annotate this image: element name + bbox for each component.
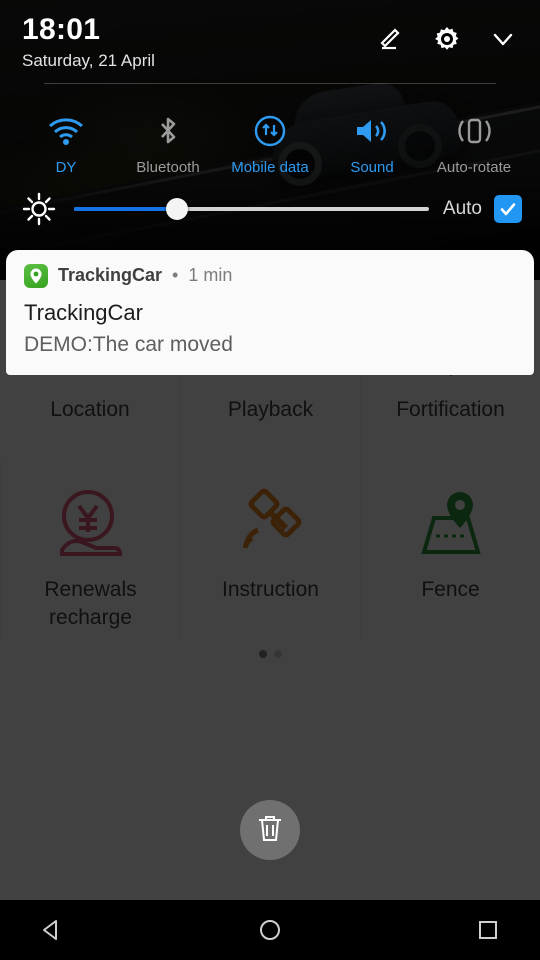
slider-fill: [74, 206, 177, 211]
brightness-slider[interactable]: [74, 197, 429, 221]
trash-icon: [256, 813, 284, 848]
quick-toggle-label: Auto-rotate: [436, 158, 512, 176]
auto-rotate-icon: [454, 112, 494, 150]
trackingcar-app-icon: [24, 263, 48, 288]
sound-icon: [353, 112, 391, 150]
back-triangle-icon[interactable]: [29, 907, 75, 953]
quick-settings-toggles: DY Bluetooth Mobile data Sound Auto-rota…: [0, 96, 540, 182]
quick-toggle-label: Bluetooth: [136, 158, 200, 176]
home-circle-icon[interactable]: [247, 907, 293, 953]
auto-brightness-label: Auto: [442, 197, 482, 219]
mobile-data-icon: [253, 112, 287, 150]
shade-header: 18:01 Saturday, 21 April: [0, 0, 540, 96]
notification-body: DEMO:The car moved: [24, 332, 233, 356]
clear-all-notifications-button[interactable]: [240, 800, 300, 860]
notification-card[interactable]: TrackingCar • 1 min TrackingCar DEMO:The…: [6, 249, 534, 375]
system-navbar: [0, 900, 540, 960]
quick-toggle-auto-rotate[interactable]: Auto-rotate: [424, 112, 524, 176]
quick-toggle-mobile-data[interactable]: Mobile data: [220, 112, 320, 176]
notification-header: TrackingCar • 1 min: [24, 263, 516, 288]
settings-icon[interactable]: [432, 24, 462, 54]
header-actions: [376, 14, 518, 54]
notification-app-name: TrackingCar: [58, 265, 163, 285]
edit-icon[interactable]: [376, 24, 406, 54]
notification-title: TrackingCar: [24, 299, 143, 325]
notification-time: 1 min: [188, 265, 233, 285]
recents-square-icon[interactable]: [465, 907, 511, 953]
notification-shade: 18:01 Saturday, 21 April DY Bluetooth Mo…: [0, 0, 540, 375]
auto-brightness-control[interactable]: Auto: [442, 194, 522, 223]
wifi-icon: [47, 112, 85, 150]
quick-toggle-bluetooth[interactable]: Bluetooth: [118, 112, 218, 176]
phone-screen: Location Playback: [0, 0, 540, 960]
quick-toggle-wifi[interactable]: DY: [16, 112, 116, 176]
auto-brightness-checkbox[interactable]: [494, 194, 522, 223]
quick-toggle-label: DY: [55, 158, 77, 176]
bluetooth-icon: [149, 112, 187, 150]
clock-date: Saturday, 21 April: [22, 50, 155, 70]
clock-block[interactable]: 18:01 Saturday, 21 April: [22, 14, 155, 71]
chevron-down-icon[interactable]: [488, 24, 518, 54]
quick-toggle-label: Mobile data: [231, 158, 309, 176]
quick-toggle-label: Sound: [350, 158, 394, 176]
header-divider: [44, 82, 496, 84]
brightness-icon[interactable]: [18, 192, 60, 226]
quick-toggle-sound[interactable]: Sound: [322, 112, 422, 176]
clock-time: 18:01: [22, 13, 101, 46]
notification-separator: •: [172, 265, 179, 285]
brightness-row: Auto: [0, 182, 540, 244]
slider-thumb[interactable]: [165, 197, 188, 220]
